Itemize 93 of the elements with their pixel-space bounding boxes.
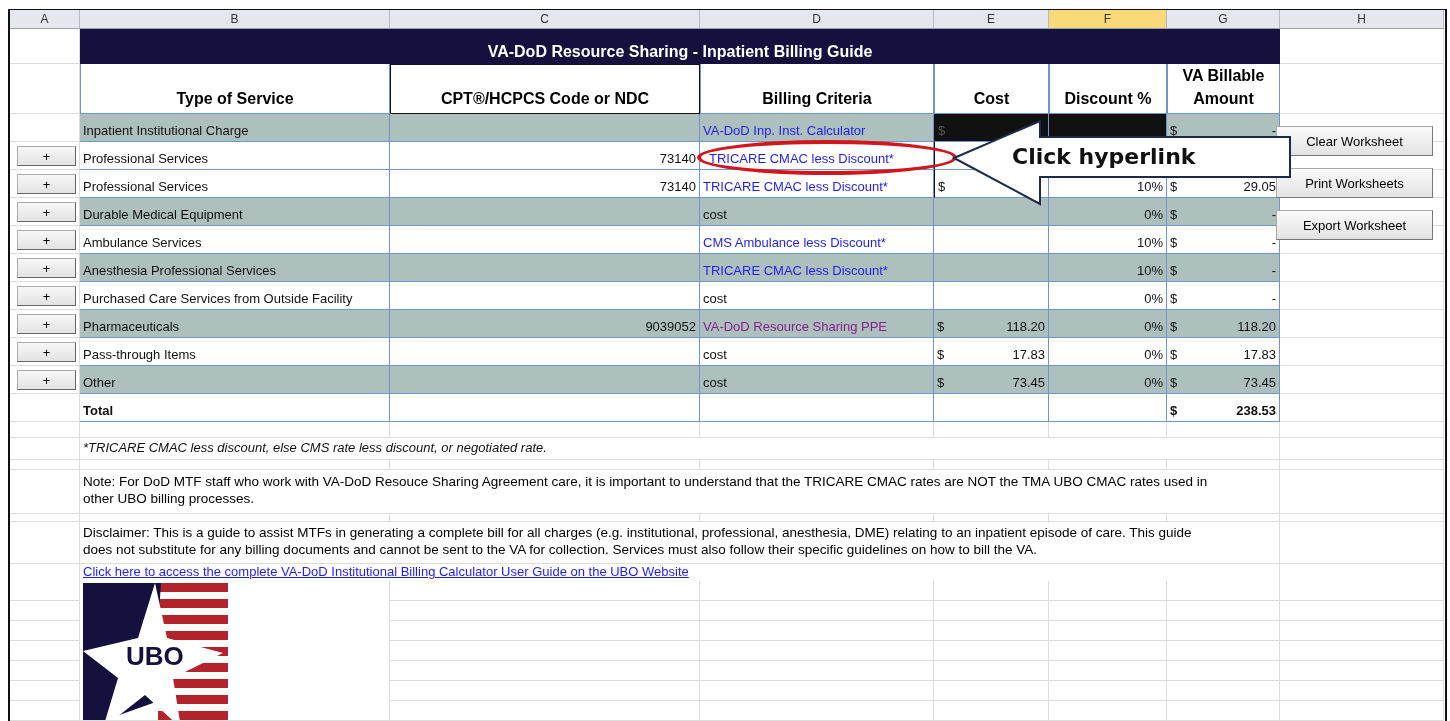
service-name: Anesthesia Professional Services <box>83 263 276 278</box>
service-name: Other <box>83 375 116 390</box>
column-title: CPT®/HCPCS Code or NDC <box>440 88 650 109</box>
criteria-link[interactable]: VA-DoD Inp. Inst. Calculator <box>703 123 866 138</box>
currency-sign: $ <box>937 375 945 390</box>
worksheet-button[interactable]: Export Worksheet <box>1276 210 1433 240</box>
note-text: Note: For DoD MTF staff who work with VA-DoD Resouce Sharing Agreement care, it is important to understand that the TRICARE CMAC rates are NOT the TMA UBO CMAC rates used in other UBO billing processes. <box>83 473 1209 507</box>
criteria-link[interactable]: TRICARE CMAC less Discount* <box>709 151 894 166</box>
currency-sign: $ <box>1170 319 1178 334</box>
cost-value: 73.45 <box>1012 375 1045 390</box>
footnote-text: *TRICARE CMAC less discount, else CMS rate less discount, or negotiated rate. <box>83 439 547 455</box>
billing-criteria: cost <box>703 375 727 390</box>
billable-value: - <box>1271 207 1276 222</box>
cost-value: 118.20 <box>1006 319 1045 334</box>
discount-value: 0% <box>1144 207 1163 222</box>
column-title: Billing Criteria <box>762 88 872 109</box>
billable-value: 29.05 <box>1243 179 1276 194</box>
currency-sign: $ <box>1170 179 1178 194</box>
service-name: Purchased Care Services from Outside Facility <box>83 291 353 306</box>
currency-sign: $ <box>937 347 945 362</box>
code-value: 73140 <box>659 179 696 194</box>
billing-criteria: cost <box>703 207 727 222</box>
discount-value: 10% <box>1136 235 1163 250</box>
service-name: Professional Services <box>83 151 208 166</box>
currency-sign: $ <box>1170 291 1178 306</box>
expand-button[interactable]: + <box>17 370 76 390</box>
billable-value: 17.83 <box>1243 347 1276 362</box>
billing-criteria: cost <box>703 291 727 306</box>
discount-value: 10% <box>1136 179 1163 194</box>
service-name: Inpatient Institutional Charge <box>83 123 249 138</box>
discount-value: 10% <box>1136 263 1163 278</box>
service-name: Pharmaceuticals <box>83 319 180 334</box>
column-title: Cost <box>973 88 1010 109</box>
currency-sign: $ <box>1170 403 1178 418</box>
discount-value: 0% <box>1144 375 1163 390</box>
column-header[interactable]: D <box>700 10 934 29</box>
criteria-link[interactable]: CMS Ambulance less Discount* <box>703 235 886 250</box>
billing-criteria: cost <box>703 347 727 362</box>
column-header[interactable]: G <box>1167 10 1280 29</box>
expand-button[interactable]: + <box>17 286 76 306</box>
currency-sign: $ <box>1170 375 1178 390</box>
currency-sign: $ <box>1170 123 1178 138</box>
expand-button[interactable]: + <box>17 146 76 166</box>
currency-sign: $ <box>1170 207 1178 222</box>
billable-value: - <box>1271 291 1276 306</box>
column-header[interactable]: F <box>1049 10 1167 29</box>
column-title: Discount % <box>1064 88 1152 109</box>
total-label: Total <box>83 403 114 418</box>
code-value: 9039052 <box>645 319 696 334</box>
criteria-link[interactable]: TRICARE CMAC less Discount* <box>703 263 888 278</box>
column-header[interactable]: E <box>934 10 1049 29</box>
service-name: Durable Medical Equipment <box>83 207 243 222</box>
cost-value: 17.83 <box>1012 347 1045 362</box>
billable-value: - <box>1271 235 1276 250</box>
code-value: 73140 <box>659 151 696 166</box>
expand-button[interactable]: + <box>17 258 76 278</box>
discount-value: 0% <box>1144 291 1163 306</box>
expand-button[interactable]: + <box>17 314 76 334</box>
billable-value: - <box>1271 123 1276 138</box>
column-header[interactable]: C <box>390 10 700 29</box>
criteria-link[interactable]: TRICARE CMAC less Discount* <box>703 179 888 194</box>
service-name: Professional Services <box>83 179 208 194</box>
worksheet-button[interactable]: Clear Worksheet <box>1276 126 1433 156</box>
column-header[interactable]: H <box>1280 10 1444 29</box>
worksheet-button[interactable]: Print Worksheets <box>1276 168 1433 198</box>
service-name: Ambulance Services <box>83 235 202 250</box>
column-title: Type of Service <box>176 88 294 109</box>
billable-value: - <box>1271 263 1276 278</box>
discount-value: 0% <box>1144 319 1163 334</box>
guide-link[interactable]: Click here to access the complete VA-DoD Institutional Billing Calculator User Guide on the UBO Website <box>83 564 689 579</box>
expand-button[interactable]: + <box>17 202 76 222</box>
currency-sign: $ <box>938 123 946 138</box>
currency-sign: $ <box>1170 235 1178 250</box>
disclaimer-text: Disclaimer: This is a guide to assist MTFs in generating a complete bill for all charges (e.g. institutional, professional, anesthesia, DME) relating to an inpatient episode of care. This guide does not substitute for any billing documents and cannot be sent to the VA for collection. Services must also follow their specific guidelines on how to bill the VA. <box>83 524 1193 558</box>
discount-value: 0% <box>1144 347 1163 362</box>
currency-sign: $ <box>1170 263 1178 278</box>
column-header[interactable]: A <box>10 10 80 29</box>
service-name: Pass-through Items <box>83 347 196 362</box>
logo-text: UBO <box>126 641 184 671</box>
expand-button[interactable]: + <box>17 342 76 362</box>
callout-text: Click hyperlink <box>1012 144 1196 169</box>
currency-sign: $ <box>937 319 945 334</box>
expand-button[interactable]: + <box>17 230 76 250</box>
expand-button[interactable]: + <box>17 174 76 194</box>
currency-sign: $ <box>938 179 946 194</box>
billable-value: 73.45 <box>1243 375 1276 390</box>
total-amount: 238.53 <box>1236 403 1276 418</box>
billable-value: 118.20 <box>1237 319 1276 334</box>
currency-sign: $ <box>1170 347 1178 362</box>
column-title: VA Billable Amount <box>1181 66 1266 109</box>
criteria-link[interactable]: VA-DoD Resource Sharing PPE <box>703 319 887 334</box>
sheet-title: VA-DoD Resource Sharing - Inpatient Billing Guide <box>80 29 1280 64</box>
column-header[interactable]: B <box>80 10 390 29</box>
